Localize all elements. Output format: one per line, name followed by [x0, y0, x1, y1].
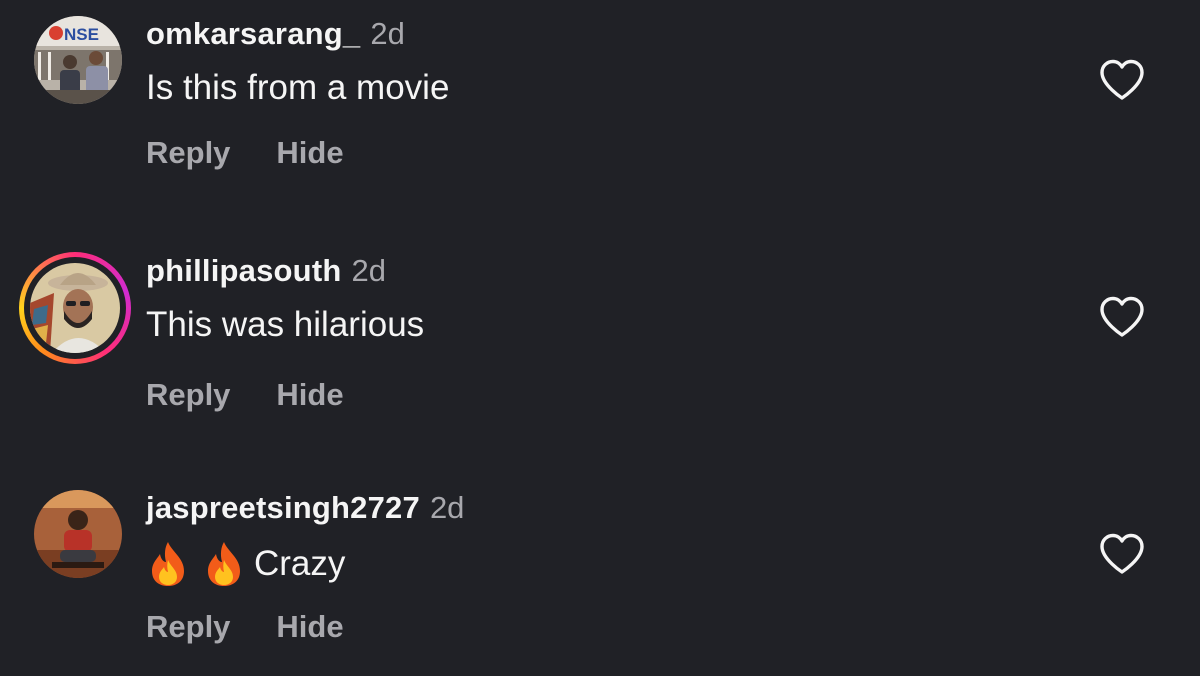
- comment-text-body: This was hilarious: [146, 305, 424, 345]
- heart-outline-icon[interactable]: [1098, 295, 1146, 339]
- reply-button[interactable]: Reply: [146, 609, 230, 645]
- fire-emoji-icon: [202, 540, 246, 588]
- timestamp: 2d: [351, 253, 385, 288]
- hide-button[interactable]: Hide: [276, 609, 343, 645]
- comment-header: phillipasouth 2d: [146, 253, 386, 289]
- comment-text: Crazy: [146, 540, 345, 588]
- comment-text: This was hilarious: [146, 305, 424, 345]
- avatar[interactable]: [30, 263, 120, 353]
- fire-emoji-icon: [146, 540, 190, 588]
- reply-button[interactable]: Reply: [146, 377, 230, 413]
- comment-item: jaspreetsingh27272d Crazy ReplyHide: [0, 0, 1200, 220]
- comment-text-body: Crazy: [254, 544, 345, 584]
- comment-header: jaspreetsingh2727 2d: [146, 490, 464, 526]
- username-link[interactable]: phillipasouth: [146, 253, 341, 288]
- username-link[interactable]: jaspreetsingh2727: [146, 490, 420, 525]
- timestamp: 2d: [430, 490, 464, 525]
- comment-actions: Reply Hide: [146, 377, 344, 413]
- comment-actions: Reply Hide: [146, 609, 344, 645]
- story-ring[interactable]: [19, 252, 131, 364]
- hide-button[interactable]: Hide: [276, 377, 343, 413]
- heart-outline-icon[interactable]: [1098, 532, 1146, 576]
- avatar[interactable]: [34, 490, 122, 578]
